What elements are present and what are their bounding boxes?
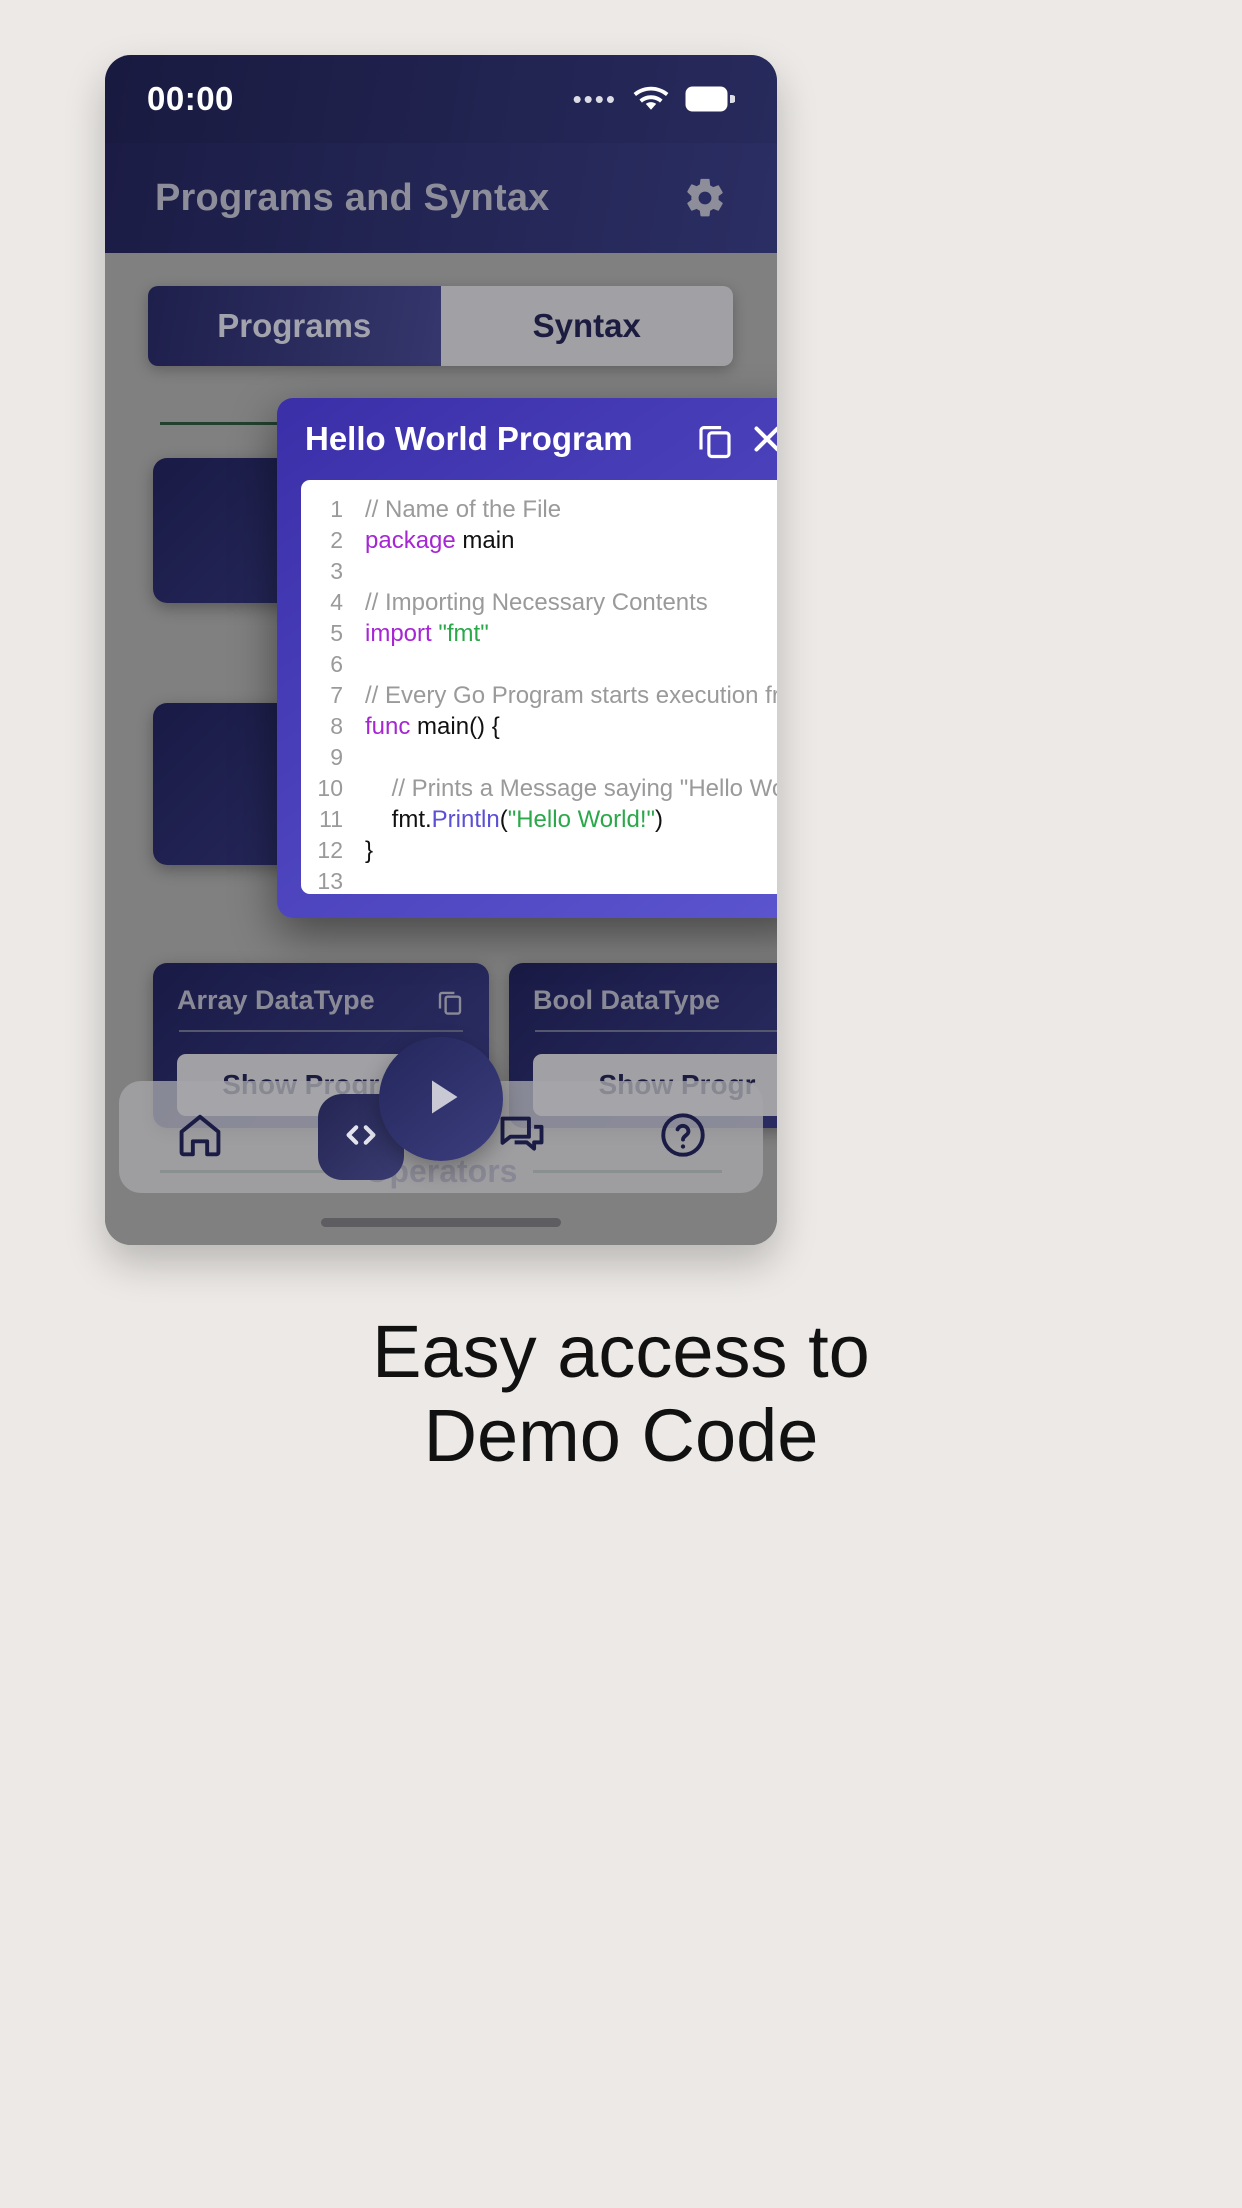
line-content: fmt.Println("Hello World!") (365, 804, 777, 835)
code-viewer[interactable]: 1 // Name of the File 2 package main 3 4 // Im… (301, 480, 777, 894)
code-token: "fmt" (438, 620, 489, 647)
code-token: // Importing Necessary Contents (365, 589, 708, 616)
close-icon[interactable] (746, 418, 777, 460)
line-content: // Name of the File (365, 494, 777, 525)
card-title: Bool DataType (533, 985, 721, 1015)
line-content: import "fmt" (365, 618, 777, 649)
code-line: 13 (301, 866, 777, 894)
status-bar-clock: 00:00 (147, 80, 234, 117)
code-token: func (365, 713, 411, 740)
segmented-tabs: Programs Syntax (148, 286, 733, 366)
help-circle-icon (657, 1109, 709, 1166)
line-content: // Importing Necessary Contents (365, 587, 777, 618)
nav-item-home[interactable] (157, 1094, 243, 1180)
dialog-header: Hello World Program (277, 398, 777, 480)
home-icon (174, 1109, 226, 1166)
dialog-title: Hello World Program (305, 420, 633, 457)
battery-icon (685, 86, 735, 112)
code-line: 7 // Every Go Program starts execution fr… (301, 680, 777, 711)
code-line: 8 func main() { (301, 711, 777, 742)
line-number: 10 (317, 775, 343, 801)
code-line: 2 package main (301, 525, 777, 556)
card-divider (179, 1030, 463, 1032)
play-fab-button[interactable] (379, 1037, 503, 1161)
line-content: func main() { (365, 711, 777, 742)
line-content: // Every Go Program starts execution fro… (365, 680, 777, 711)
status-bar: 00:00 •••• (105, 55, 777, 143)
line-number: 1 (330, 496, 343, 522)
code-line: 6 (301, 649, 777, 680)
copy-icon[interactable] (694, 418, 736, 460)
line-number: 6 (330, 651, 343, 677)
code-token: import (365, 620, 432, 647)
page-title: Programs and Syntax (155, 176, 550, 219)
line-number: 2 (330, 527, 343, 553)
home-indicator (321, 1218, 561, 1227)
line-number: 13 (317, 868, 343, 894)
line-number: 9 (330, 744, 343, 770)
card-divider (535, 1030, 777, 1032)
code-token: Println (431, 806, 500, 833)
code-token: package (365, 527, 456, 554)
line-content: // Prints a Message saying "Hello World! (365, 773, 777, 804)
code-token: // Name of the File (365, 496, 562, 523)
line-number: 8 (330, 713, 343, 739)
line-number: 11 (319, 806, 343, 832)
nav-item-help[interactable] (640, 1094, 726, 1180)
chat-icon (496, 1109, 548, 1166)
code-token: fmt. (365, 806, 432, 833)
copy-icon[interactable] (435, 986, 465, 1016)
code-line: 11 fmt.Println("Hello World!") (301, 804, 777, 835)
tab-programs[interactable]: Programs (148, 286, 441, 366)
code-line: 10 // Prints a Message saying "Hello Wor… (301, 773, 777, 804)
code-token: "Hello World!" (507, 806, 656, 833)
code-dialog: Hello World Program 1 // Name of the File… (277, 398, 777, 918)
line-content: package main (365, 525, 777, 556)
app-bar: Programs and Syntax (105, 143, 777, 253)
code-line: 12} (301, 835, 777, 866)
wifi-icon (633, 85, 669, 113)
code-token: } (365, 837, 374, 864)
line-number: 5 (330, 620, 343, 646)
tab-syntax[interactable]: Syntax (440, 286, 733, 366)
play-icon (411, 1067, 471, 1132)
code-line: 4 // Importing Necessary Contents (301, 587, 777, 618)
caption-line-2: Demo Code (423, 1394, 819, 1478)
code-line: 5 import "fmt" (301, 618, 777, 649)
line-number: 7 (330, 682, 343, 708)
card-header: Array DataType (177, 985, 465, 1016)
line-number: 12 (317, 837, 343, 863)
code-token: // Prints a Message saying "Hello World! (365, 775, 777, 802)
caption-line-1: Easy access to (372, 1310, 870, 1393)
card-header: Bool DataType (533, 985, 777, 1016)
line-number: 3 (330, 558, 343, 584)
code-line: 3 (301, 556, 777, 587)
code-line: 9 (301, 742, 777, 773)
line-content: } (365, 835, 777, 866)
code-token: ( (499, 806, 508, 833)
promo-caption: Easy access to Demo Code (0, 1310, 1242, 1479)
code-token: main (455, 527, 515, 554)
code-token: ) (655, 806, 664, 833)
code-lines: 1 // Name of the File 2 package main 3 4 // Im… (301, 494, 777, 894)
card-title: Array DataType (177, 985, 375, 1015)
code-brackets-icon (337, 1111, 385, 1164)
status-bar-icons: •••• (573, 85, 735, 113)
code-token: // Every Go Program starts execution fro… (365, 682, 777, 709)
phone-frame: 00:00 •••• Programs and Syntax Programs … (105, 55, 777, 1245)
code-token: main() { (410, 713, 500, 740)
signal-dots-icon: •••• (572, 84, 617, 114)
code-line: 1 // Name of the File (301, 494, 777, 525)
gear-icon[interactable] (683, 176, 727, 220)
line-number: 4 (330, 589, 343, 615)
